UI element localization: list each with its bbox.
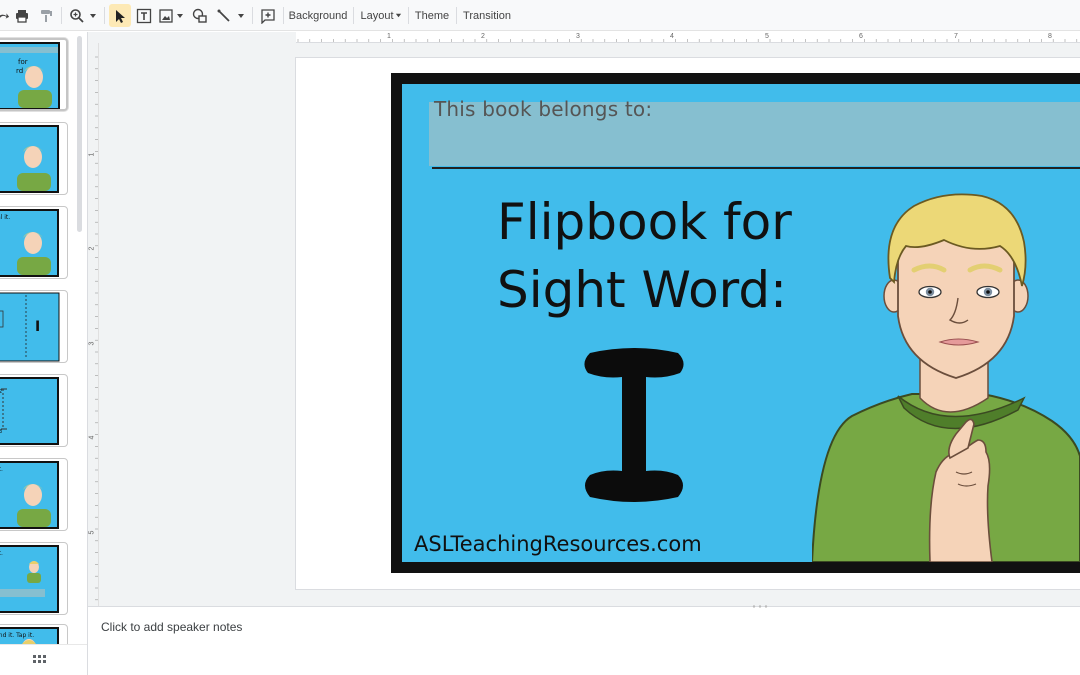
zoom-icon[interactable] [67,4,87,27]
sight-word-letter-graphic[interactable]: I [574,335,694,510]
paint-format-icon[interactable] [37,4,55,27]
ruler-number: 3 [88,341,96,346]
theme-label: Theme [414,9,450,22]
select-cursor-icon[interactable] [109,4,131,27]
ruler-number: 1 [387,33,391,40]
grid-view-icon[interactable] [33,654,47,672]
toolbar-separator [252,7,253,24]
image-dropdown-chevron-icon[interactable] [175,4,184,27]
website-footer[interactable]: ASLTeachingResources.com [414,532,702,556]
slide-thumbnail-1[interactable]: for rd [0,38,68,111]
svg-text:rd: rd [16,67,23,75]
ruler-number: 2 [88,246,96,251]
transition-label: Transition [463,9,511,22]
theme-button[interactable]: Theme [414,4,450,27]
svg-text:it.: it. [0,466,3,473]
ruler-number: 1 [88,152,96,157]
svg-text:for: for [18,58,28,66]
svg-text:it.: it. [0,550,3,557]
print-icon[interactable] [13,4,31,27]
ruler-number: 5 [765,33,769,40]
slide-thumbnail-7[interactable]: it. [0,542,68,615]
filmstrip-footer [0,644,87,675]
speaker-notes-panel[interactable]: Click to add speaker notes [88,604,1080,675]
redo-icon[interactable] [0,4,10,27]
add-comment-icon[interactable] [258,4,278,27]
boy-signing-illustration[interactable] [812,186,1080,562]
slide-thumbnail-5[interactable]: 2 3 [0,374,68,447]
title-line-2: Sight Word: [497,261,787,319]
speaker-notes-placeholder[interactable]: Click to add speaker notes [101,620,242,634]
slide-thumbnail-2[interactable] [0,122,68,195]
zoom-dropdown-chevron-icon[interactable] [88,4,98,27]
layout-button[interactable]: Layout [360,4,402,27]
layout-label: Layout [360,9,394,22]
belongs-to-text[interactable]: This book belongs to: [434,97,652,121]
background-button[interactable]: Background [288,4,348,27]
transition-button[interactable]: Transition [462,4,512,27]
name-underline [432,167,1080,169]
svg-text:3: 3 [0,429,2,435]
ruler-number: 2 [481,33,485,40]
toolbar-separator [104,7,105,24]
svg-text:I: I [35,319,40,335]
svg-text:Ind it. Tap it.: Ind it. Tap it. [0,632,34,639]
slide-thumbnail-6[interactable]: it. [0,458,68,531]
slide-thumbnail-3[interactable]: al it. [0,206,68,279]
title-line-1: Flipbook for [497,193,792,251]
text-box-icon[interactable] [134,4,154,27]
svg-text:al it.: al it. [0,214,10,221]
slide-thumbnail-4[interactable]: I [0,290,68,363]
slides-editor: Background Layout Theme Transition for r… [0,0,1080,675]
line-dropdown-chevron-icon[interactable] [236,4,246,27]
svg-text:2: 2 [0,389,2,395]
ruler-number: 8 [1048,33,1052,40]
ruler-number: 4 [670,33,674,40]
filmstrip: for rd al it. [0,32,88,675]
toolbar-separator [283,7,284,24]
horizontal-ruler[interactable]: 1 2 3 4 5 6 7 8 [296,32,1080,43]
toolbar-separator [61,7,62,24]
ruler-number: 4 [88,435,96,440]
vertical-ruler[interactable]: 1 2 3 4 5 [88,43,99,606]
toolbar-separator [456,7,457,24]
ruler-number: 3 [576,33,580,40]
notes-resize-handle-icon[interactable] [751,604,769,609]
image-icon[interactable] [157,4,175,27]
layout-chevron-down-icon [395,13,401,18]
ruler-top-margin [88,32,296,43]
background-label: Background [288,9,348,22]
line-icon[interactable] [214,4,234,27]
ruler-number: 7 [954,33,958,40]
ruler-number: 6 [859,33,863,40]
flipbook-title[interactable]: Flipbook for Sight Word: [497,188,827,324]
shape-icon[interactable] [190,4,210,27]
toolbar-separator [408,7,409,24]
toolbar-separator [353,7,354,24]
ruler-number: 5 [88,530,96,535]
filmstrip-scrollbar[interactable] [77,36,82,232]
toolbar: Background Layout Theme Transition [0,0,1080,31]
